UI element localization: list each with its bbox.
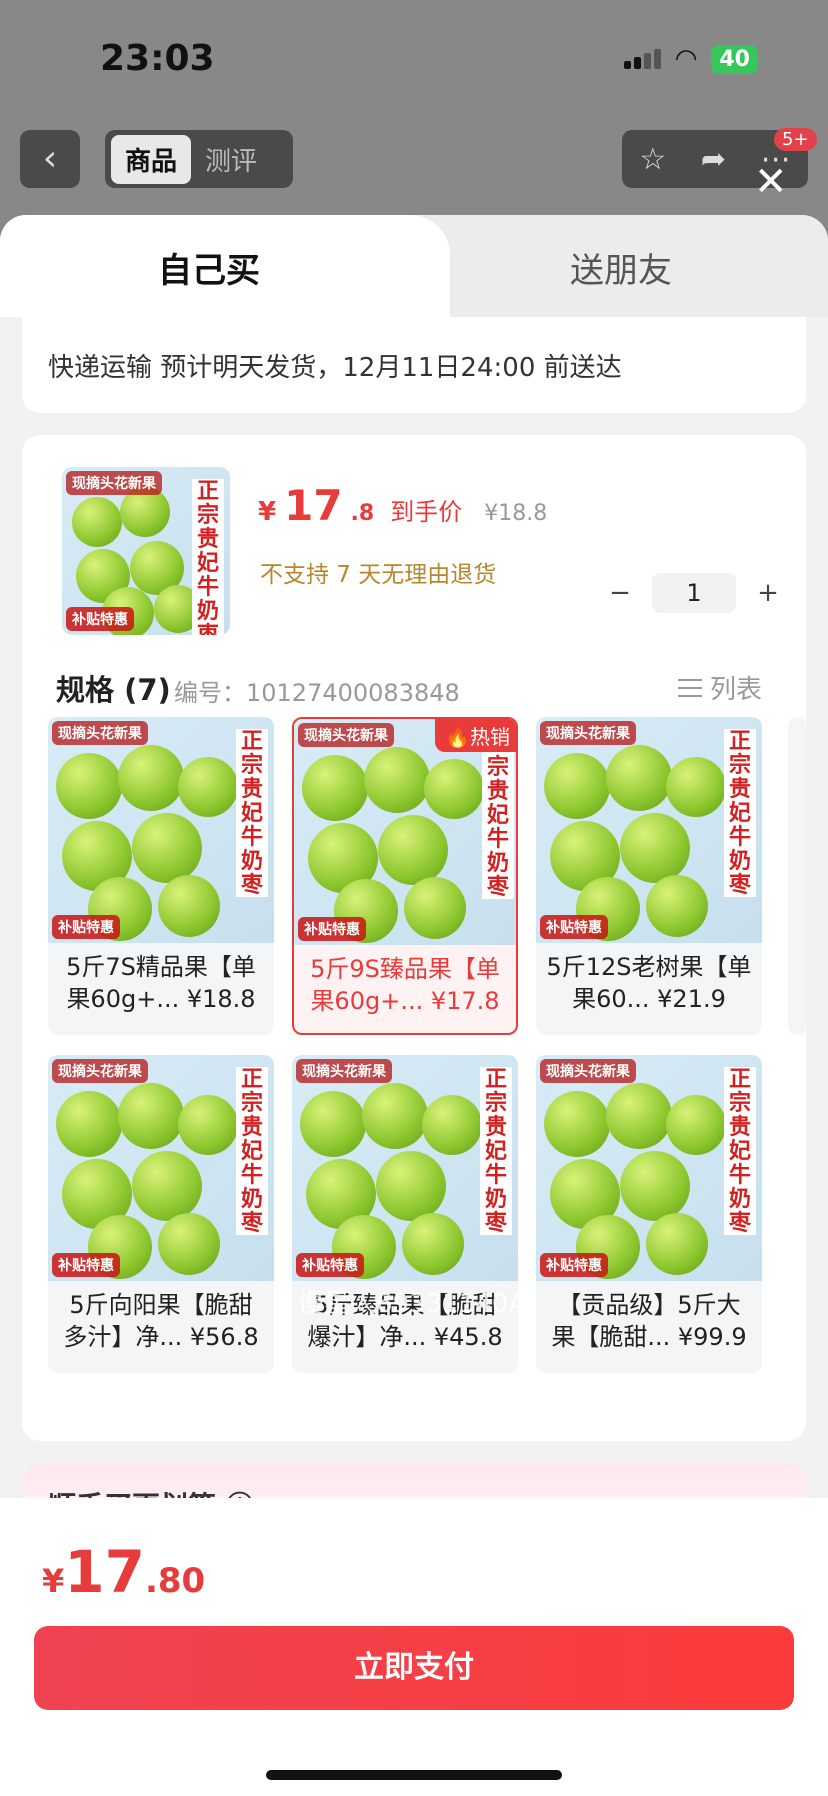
tab-self[interactable]: 自己买	[158, 243, 260, 292]
status-time: 23:03	[100, 38, 215, 79]
quantity-stepper: − 1 +	[606, 573, 782, 613]
sku-bottom-banner: 补贴特惠	[298, 917, 366, 941]
sku-top-banner: 现摘头花新果	[540, 1059, 636, 1083]
star-icon[interactable]: ☆	[639, 142, 666, 177]
sku-bottom-banner: 补贴特惠	[296, 1253, 364, 1277]
product-card: 正宗贵妃牛奶枣 现摘头花新果 补贴特惠 ¥ 17 .8 到手价 ¥18.8 不支…	[22, 435, 806, 1441]
list-icon	[677, 676, 702, 700]
tab-gift[interactable]: 送朋友	[570, 243, 672, 292]
thumb-title: 正宗贵妃牛奶枣	[192, 479, 224, 635]
sku-name: 5斤7S精品果【单果60g+... ¥18.8	[66, 953, 256, 1013]
sku-top-banner: 现摘头花新果	[298, 723, 394, 747]
sku-image: 正宗贵妃牛奶枣 现摘头花新果 补贴特惠	[48, 1055, 274, 1281]
price-integer: 17	[284, 481, 343, 530]
share-icon[interactable]: ➦	[701, 142, 726, 177]
checkout-footer: ¥ 17 .80 立即支付	[0, 1498, 828, 1796]
delivery-info: 快递运输 预计明天发货，12月11日24:00 前送达	[22, 317, 806, 413]
price-label: 到手价	[390, 498, 463, 526]
thumb-bottom-banner: 补贴特惠	[66, 607, 134, 631]
sku-image-title: 正宗贵妃牛奶枣	[724, 729, 756, 897]
sku-tile[interactable]: 正宗贵妃牛奶枣 现摘头花新果 补贴特惠 5斤臻品果【脆甜爆汁】净... ¥45.…	[292, 1055, 518, 1373]
list-label: 列表	[709, 675, 762, 705]
segment-control: 商品 测评	[105, 130, 293, 188]
sku-image: 正宗贵妃牛奶枣 现摘头花新果 补贴特惠	[536, 717, 762, 943]
return-policy: 不支持 7 天无理由退货	[260, 562, 497, 588]
pay-now-button[interactable]: 立即支付	[34, 1626, 794, 1710]
sku-top-banner: 现摘头花新果	[540, 721, 636, 745]
sku-tile-selected[interactable]: 正宗贵妃牛奶枣 现摘头花新果 补贴特惠 🔥热销 5斤9S臻品果【单果60g+..…	[292, 717, 518, 1035]
sku-bottom-banner: 补贴特惠	[540, 915, 608, 939]
sku-image-title: 正宗贵妃牛奶枣	[236, 729, 268, 897]
list-view-toggle[interactable]: 列表	[677, 669, 762, 706]
sku-tile-partial[interactable]	[788, 717, 806, 1035]
watermark-text: 慢星人69331140A	[298, 1289, 527, 1319]
sku-bottom-banner: 补贴特惠	[52, 915, 120, 939]
product-thumbnail: 正宗贵妃牛奶枣 现摘头花新果 补贴特惠	[62, 467, 230, 635]
back-button[interactable]: ‹	[20, 130, 80, 188]
price-row: ¥ 17 .8 到手价 ¥18.8	[258, 481, 547, 530]
total-decimal: .80	[144, 1561, 206, 1601]
sku-top-banner: 现摘头花新果	[52, 1059, 148, 1083]
decrement-button[interactable]: −	[606, 578, 634, 608]
sku-name: 5斤向阳果【脆甜多汁】净... ¥56.8	[63, 1291, 259, 1351]
tab-product[interactable]: 商品	[111, 134, 192, 184]
sku-image-title: 正宗贵妃牛奶枣	[724, 1067, 756, 1235]
sku-top-banner: 现摘头花新果	[52, 721, 148, 745]
tab-review[interactable]: 测评	[191, 135, 271, 184]
sku-image: 正宗贵妃牛奶枣 现摘头花新果 补贴特惠	[292, 1055, 518, 1281]
price-decimal: .8	[350, 501, 375, 526]
sku-tile[interactable]: 正宗贵妃牛奶枣 现摘头花新果 补贴特惠 【贡品级】5斤大果【脆甜... ¥99.…	[536, 1055, 762, 1373]
total-price: ¥ 17 .80	[42, 1538, 205, 1606]
notification-badge: 5+	[774, 128, 817, 151]
sku-image: 正宗贵妃牛奶枣 现摘头花新果 补贴特惠	[536, 1055, 762, 1281]
status-icons: ◠ 40	[623, 44, 758, 74]
original-price: ¥18.8	[484, 501, 548, 526]
sku-image: 正宗贵妃牛奶枣 现摘头花新果 补贴特惠 🔥热销	[294, 719, 516, 945]
sku-tile[interactable]: 正宗贵妃牛奶枣 现摘头花新果 补贴特惠 5斤12S老树果【单果60... ¥21…	[536, 717, 762, 1035]
battery-indicator: 40	[711, 44, 758, 74]
sku-image-title: 正宗贵妃牛奶枣	[236, 1067, 268, 1235]
sku-top-banner: 现摘头花新果	[296, 1059, 392, 1083]
quantity-value[interactable]: 1	[652, 573, 736, 613]
wifi-icon: ◠	[674, 44, 698, 74]
sku-name: 5斤9S臻品果【单果60g+... ¥17.8	[310, 955, 500, 1015]
spec-heading: 规格 (7)	[56, 673, 171, 707]
spec-code: 编号：10127400083848	[174, 679, 460, 707]
sku-name: 【贡品级】5斤大果【脆甜... ¥99.9	[551, 1291, 747, 1351]
home-indicator	[266, 1770, 562, 1780]
sku-tile[interactable]: 正宗贵妃牛奶枣 现摘头花新果 补贴特惠 5斤7S精品果【单果60g+... ¥1…	[48, 717, 274, 1035]
sku-bottom-banner: 补贴特惠	[540, 1253, 608, 1277]
increment-button[interactable]: +	[754, 578, 782, 608]
sheet-tabs: 自己买 送朋友	[0, 215, 828, 317]
sku-image: 正宗贵妃牛奶枣 现摘头花新果 补贴特惠	[48, 717, 274, 943]
delivery-text: 快递运输 预计明天发货，12月11日24:00 前送达	[48, 353, 622, 383]
sku-image-title: 正宗贵妃牛奶枣	[482, 731, 514, 899]
sku-bottom-banner: 补贴特惠	[52, 1253, 120, 1277]
sku-name: 5斤12S老树果【单果60... ¥21.9	[546, 953, 752, 1013]
signal-icon	[623, 49, 661, 69]
total-currency: ¥	[42, 1562, 65, 1600]
sku-image-title: 正宗贵妃牛奶枣	[480, 1067, 512, 1235]
sku-tile[interactable]: 正宗贵妃牛奶枣 现摘头花新果 补贴特惠 5斤向阳果【脆甜多汁】净... ¥56.…	[48, 1055, 274, 1373]
price-currency: ¥	[258, 497, 277, 527]
close-icon[interactable]: ✕	[754, 162, 788, 202]
thumb-top-banner: 现摘头花新果	[66, 471, 162, 495]
total-integer: 17	[64, 1538, 145, 1606]
hot-sale-tag: 🔥热销	[435, 719, 516, 752]
